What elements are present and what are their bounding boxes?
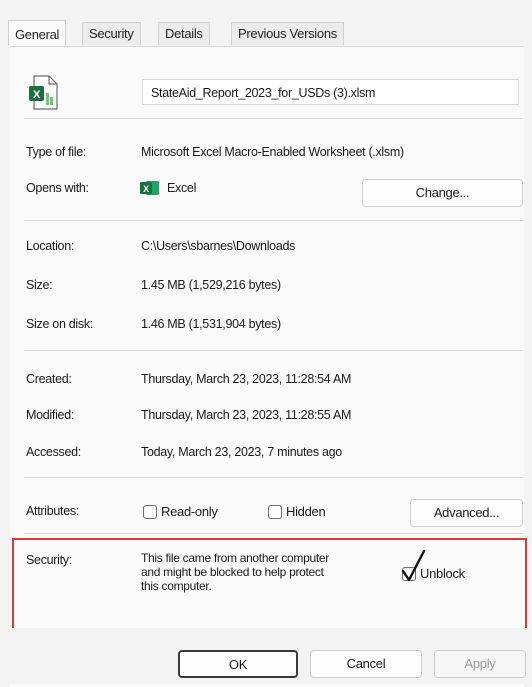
divider (24, 477, 523, 478)
size-value: 1.45 MB (1,529,216 bytes) (141, 278, 281, 292)
svg-text:X: X (143, 184, 149, 194)
cancel-button[interactable]: Cancel (310, 650, 422, 678)
type-of-file-value: Microsoft Excel Macro-Enabled Worksheet … (141, 145, 404, 159)
excel-app-icon: X (140, 181, 159, 195)
tab-previous-versions[interactable]: Previous Versions (231, 22, 344, 45)
size-on-disk-label: Size on disk: (26, 317, 93, 331)
dialog-button-bar: OK Cancel Apply (0, 628, 532, 684)
created-label: Created: (26, 372, 72, 386)
divider (24, 533, 523, 534)
divider (24, 220, 523, 221)
size-on-disk-value: 1.46 MB (1,531,904 bytes) (141, 317, 281, 331)
divider (24, 350, 523, 351)
tab-general[interactable]: General (8, 20, 67, 46)
attributes-label: Attributes: (26, 504, 79, 518)
svg-text:X: X (33, 89, 41, 101)
divider (24, 118, 523, 119)
opens-with-value: Excel (167, 181, 197, 195)
excel-file-icon: X (29, 75, 58, 110)
advanced-button[interactable]: Advanced... (410, 499, 523, 527)
tab-details[interactable]: Details (158, 22, 210, 45)
type-of-file-label: Type of file: (26, 145, 87, 159)
accessed-value: Today, March 23, 2023, 7 minutes ago (141, 445, 342, 459)
opens-with-label: Opens with: (26, 181, 89, 195)
size-label: Size: (26, 278, 53, 292)
created-value: Thursday, March 23, 2023, 11:28:54 AM (141, 372, 352, 386)
tab-security[interactable]: Security (82, 22, 141, 45)
modified-label: Modified: (26, 408, 75, 422)
location-label: Location: (26, 239, 75, 253)
location-value: C:\Users\sbarnes\Downloads (141, 239, 296, 253)
change-button[interactable]: Change... (362, 179, 523, 207)
read-only-label[interactable]: Read-only (161, 504, 218, 519)
accessed-label: Accessed: (26, 445, 81, 459)
read-only-checkbox[interactable] (143, 505, 157, 519)
modified-value: Thursday, March 23, 2023, 11:28:55 AM (141, 408, 352, 422)
file-name-field[interactable]: StateAid_Report_2023_for_USDs (3).xlsm (142, 79, 519, 105)
security-highlight (12, 538, 527, 630)
apply-button[interactable]: Apply (434, 650, 526, 678)
ok-button[interactable]: OK (178, 650, 298, 678)
hidden-checkbox[interactable] (268, 505, 282, 519)
hidden-label[interactable]: Hidden (286, 504, 326, 519)
